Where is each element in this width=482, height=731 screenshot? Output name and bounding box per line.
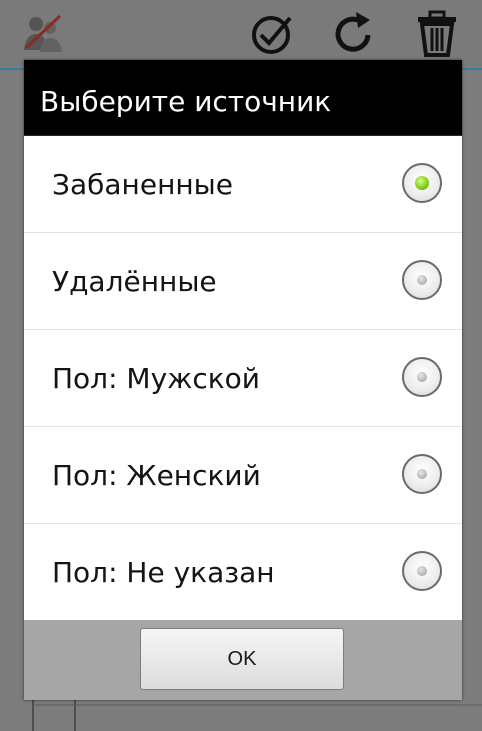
option-label: Пол: Мужской <box>52 362 261 395</box>
radio-dot-icon <box>417 372 427 382</box>
radio-dot-icon <box>417 469 427 479</box>
dialog-button-bar: OK <box>24 620 462 700</box>
checkmark-icon[interactable] <box>246 8 296 58</box>
option-label: Пол: Женский <box>52 459 261 492</box>
option-banned[interactable]: Забаненные <box>24 136 462 233</box>
radio-dot-icon <box>417 566 427 576</box>
radio-button[interactable] <box>402 357 442 397</box>
options-list: Забаненные Удалённые Пол: Мужской Пол: Ж… <box>24 136 462 621</box>
option-gender-male[interactable]: Пол: Мужской <box>24 330 462 427</box>
option-deleted[interactable]: Удалённые <box>24 233 462 330</box>
dialog-title: Выберите источник <box>24 60 462 136</box>
radio-dot-icon <box>415 176 429 190</box>
trash-icon[interactable] <box>412 8 462 58</box>
source-dialog: Выберите источник Забаненные Удалённые П… <box>24 60 462 700</box>
radio-button[interactable] <box>402 551 442 591</box>
ok-button[interactable]: OK <box>140 628 344 690</box>
option-label: Забаненные <box>52 168 234 201</box>
option-gender-unspecified[interactable]: Пол: Не указан <box>24 524 462 621</box>
option-gender-female[interactable]: Пол: Женский <box>24 427 462 524</box>
refresh-icon[interactable] <box>328 8 378 58</box>
option-label: Пол: Не указан <box>52 556 275 589</box>
radio-button-checked[interactable] <box>402 163 442 203</box>
user-blocked-icon[interactable] <box>18 8 68 58</box>
radio-dot-icon <box>417 275 427 285</box>
radio-button[interactable] <box>402 260 442 300</box>
radio-button[interactable] <box>402 454 442 494</box>
option-label: Удалённые <box>52 265 217 298</box>
